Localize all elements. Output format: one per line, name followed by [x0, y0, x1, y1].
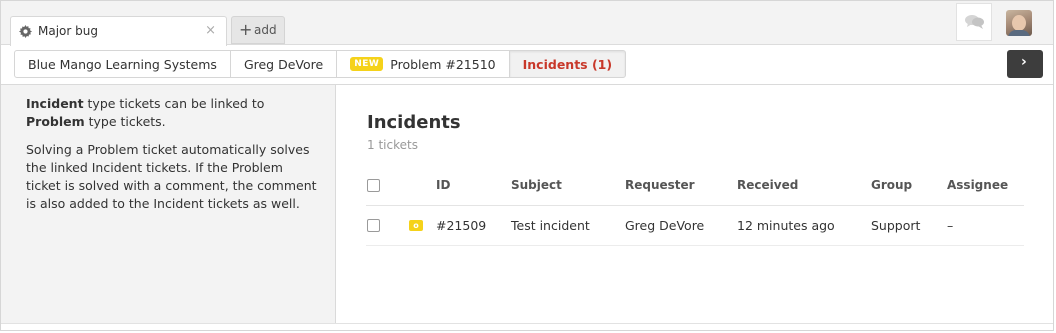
chevron-right-icon: ›	[1021, 54, 1027, 70]
select-all-checkbox[interactable]	[367, 179, 380, 192]
breadcrumb-incidents-label: Incidents (1)	[522, 56, 613, 72]
table-header: ID Subject Requester Received Group Assi…	[366, 166, 1024, 206]
sidebar-help: Incident type tickets can be linked to P…	[1, 85, 336, 324]
breadcrumb: Blue Mango Learning Systems Greg DeVore …	[14, 50, 627, 78]
column-header-subject[interactable]: Subject	[511, 178, 562, 192]
ticket-count: 1 tickets	[367, 138, 418, 152]
chat-bubbles-icon	[965, 15, 984, 29]
column-header-group[interactable]: Group	[871, 178, 912, 192]
ticket-requester: Greg DeVore	[625, 218, 705, 233]
add-tab-label: add	[254, 23, 277, 37]
bottom-divider	[1, 323, 1053, 324]
help-text: type tickets.	[84, 114, 166, 129]
breadcrumb-requester-label: Greg DeVore	[243, 56, 324, 72]
column-header-received[interactable]: Received	[737, 178, 798, 192]
ticket-assignee: –	[947, 218, 954, 233]
add-tab-button[interactable]: + add	[231, 16, 285, 44]
tab-title: Major bug	[38, 24, 98, 38]
close-icon[interactable]: ×	[205, 23, 216, 38]
ticket-id[interactable]: #21509	[436, 218, 486, 233]
breadcrumb-requester[interactable]: Greg DeVore	[229, 50, 338, 78]
help-term-incident: Incident	[26, 96, 84, 111]
ticket-group: Support	[871, 218, 921, 233]
page-title: Incidents	[367, 112, 461, 133]
status-badge: o	[409, 220, 423, 231]
ticket-received: 12 minutes ago	[737, 218, 835, 233]
help-paragraph-1: Incident type tickets can be linked to P…	[26, 95, 321, 131]
next-button[interactable]: ›	[1007, 50, 1043, 78]
column-header-id[interactable]: ID	[436, 178, 450, 192]
help-text: type tickets can be linked to	[83, 96, 265, 111]
tab-bar: Major bug × + add	[1, 1, 1053, 46]
table-row[interactable]: o #21509 Test incident Greg DeVore 12 mi…	[366, 206, 1024, 246]
breadcrumb-problem-ticket[interactable]: NEW Problem #21510	[336, 50, 510, 78]
gear-icon	[19, 23, 32, 38]
ticket-subject[interactable]: Test incident	[511, 218, 590, 233]
column-header-assignee[interactable]: Assignee	[947, 178, 1008, 192]
tab-major-bug[interactable]: Major bug ×	[10, 16, 227, 46]
avatar-face	[1012, 15, 1026, 31]
chat-button[interactable]	[956, 3, 992, 41]
help-term-problem: Problem	[26, 114, 85, 129]
avatar-shirt	[1008, 30, 1030, 36]
column-header-requester[interactable]: Requester	[625, 178, 695, 192]
breadcrumb-organization-label: Blue Mango Learning Systems	[28, 56, 217, 72]
plus-icon: +	[239, 20, 253, 39]
breadcrumb-incidents[interactable]: Incidents (1)	[508, 50, 627, 78]
row-checkbox[interactable]	[367, 219, 380, 232]
new-badge: NEW	[350, 57, 384, 71]
avatar[interactable]	[1006, 10, 1032, 36]
breadcrumb-organization[interactable]: Blue Mango Learning Systems	[14, 50, 231, 78]
breadcrumb-problem-label: Problem #21510	[390, 56, 496, 72]
help-paragraph-2: Solving a Problem ticket automatically s…	[26, 142, 317, 211]
